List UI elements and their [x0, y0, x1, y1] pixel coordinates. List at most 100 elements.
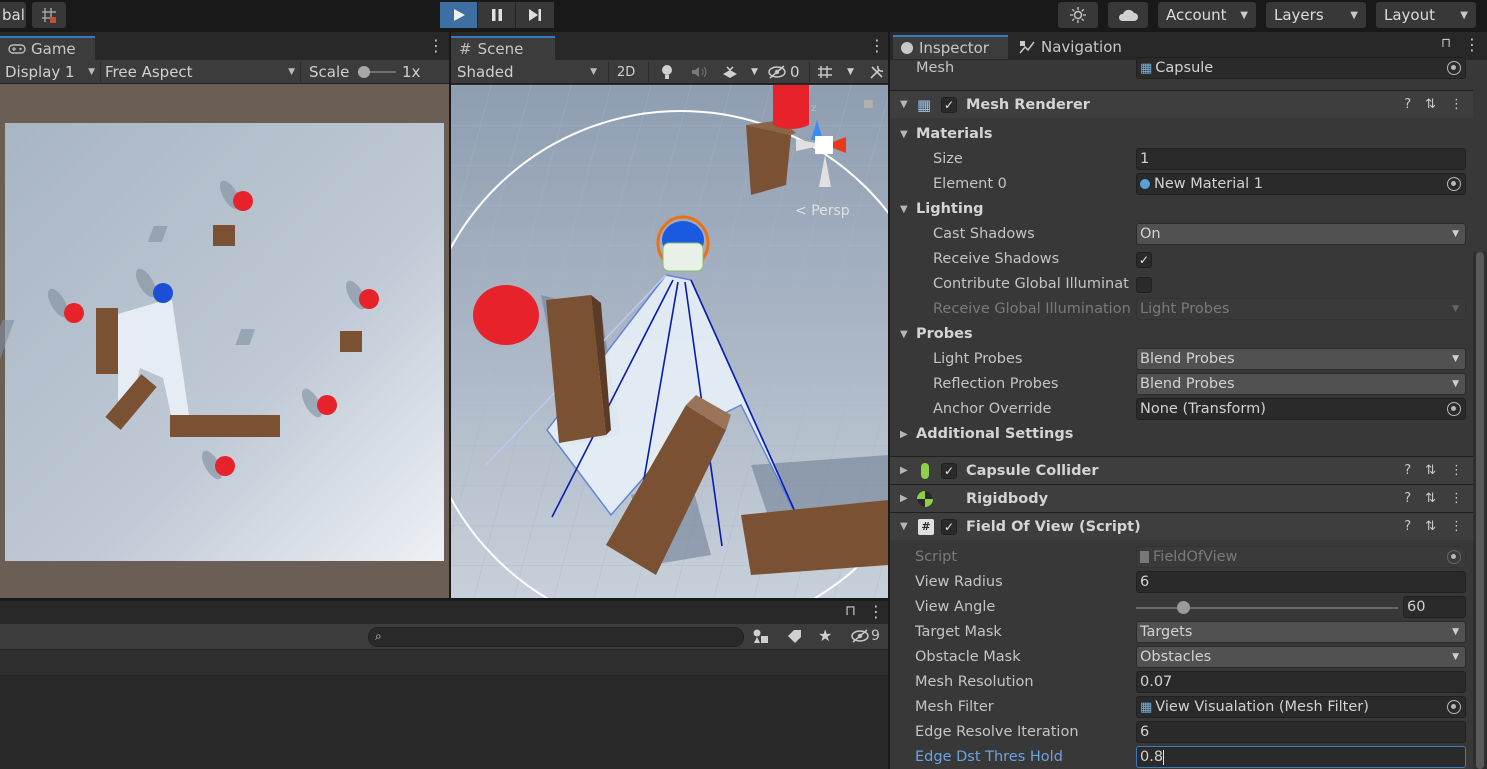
- anchor-override-field[interactable]: None (Transform): [1136, 398, 1466, 420]
- tab-inspector[interactable]: Inspector: [893, 35, 1008, 59]
- tab-navigation[interactable]: Navigation: [1011, 35, 1130, 59]
- view-angle-slider-thumb[interactable]: [1177, 601, 1191, 614]
- lighting-toggle[interactable]: [656, 60, 678, 84]
- view-radius-field[interactable]: 6: [1136, 571, 1466, 593]
- step-button[interactable]: [516, 2, 554, 28]
- size-field[interactable]: 1: [1136, 148, 1466, 170]
- object-picker-icon[interactable]: [1447, 177, 1461, 191]
- lock-icon[interactable]: ⊓: [845, 603, 856, 619]
- mesh-label: Mesh: [916, 60, 955, 76]
- aspect-dropdown[interactable]: Free Aspect ▼: [101, 60, 299, 84]
- star-icon[interactable]: ★: [818, 626, 832, 645]
- mesh-renderer-header[interactable]: ▼ ▦ ✓ Mesh Renderer ? ⇅ ⋮: [890, 90, 1473, 118]
- 2d-toggle[interactable]: 2D: [613, 60, 639, 84]
- shading-dropdown[interactable]: Shaded ▼: [453, 60, 601, 84]
- view-angle-label: View Angle: [915, 599, 996, 615]
- display-dropdown[interactable]: Display 1 ▼: [1, 60, 99, 84]
- preset-icon[interactable]: ⇅: [1425, 491, 1436, 506]
- mesh-renderer-enabled-checkbox[interactable]: ✓: [941, 96, 957, 113]
- services-button[interactable]: [1058, 2, 1098, 28]
- edge-dst-field[interactable]: 0.8: [1136, 746, 1466, 768]
- preset-icon[interactable]: ⇅: [1425, 519, 1436, 534]
- chevron-down-icon[interactable]: ▼: [843, 60, 858, 84]
- object-picker-icon[interactable]: [1447, 402, 1461, 416]
- scale-slider-thumb[interactable]: [358, 66, 370, 78]
- cast-shadows-dropdown[interactable]: On ▼: [1136, 223, 1466, 245]
- game-viewport[interactable]: [0, 85, 449, 598]
- audio-toggle[interactable]: [687, 60, 711, 84]
- foldout-arrow-icon[interactable]: ▼: [900, 204, 908, 215]
- hidden-packages-toggle[interactable]: 9: [850, 628, 880, 644]
- grid-toggle[interactable]: [813, 60, 839, 84]
- lock-icon[interactable]: ⊓: [1441, 36, 1451, 51]
- contribute-gi-checkbox[interactable]: [1136, 277, 1152, 293]
- grid-snap-button[interactable]: [32, 2, 66, 28]
- view-angle-field[interactable]: 60: [1403, 596, 1466, 618]
- foldout-arrow-icon[interactable]: ▼: [900, 99, 908, 110]
- light-probes-dropdown[interactable]: Blend Probes ▼: [1136, 348, 1466, 370]
- kebab-menu-icon[interactable]: ⋮: [1450, 491, 1463, 506]
- foldout-arrow-icon[interactable]: ▼: [900, 129, 908, 140]
- tab-scene[interactable]: # Scene: [451, 36, 555, 60]
- kebab-menu-icon[interactable]: ⋮: [1450, 97, 1463, 112]
- materials-header[interactable]: Materials: [916, 126, 993, 142]
- field-of-view-header[interactable]: ▼ # ✓ Field Of View (Script) ? ⇅ ⋮: [890, 512, 1473, 540]
- kebab-menu-icon[interactable]: ⋮: [428, 36, 444, 55]
- kebab-menu-icon[interactable]: ⋮: [1450, 463, 1463, 478]
- field-of-view-enabled-checkbox[interactable]: ✓: [941, 518, 957, 535]
- lock-icon[interactable]: [864, 100, 873, 108]
- filter-label-button[interactable]: [786, 628, 804, 648]
- chevron-down-icon[interactable]: ▼: [747, 60, 762, 84]
- inspector-scrollbar[interactable]: [1473, 252, 1487, 769]
- additional-settings-header[interactable]: Additional Settings: [916, 426, 1073, 442]
- pause-button[interactable]: [478, 2, 516, 28]
- obstacle-mask-dropdown[interactable]: Obstacles ▼: [1136, 646, 1466, 668]
- mesh-filter-field[interactable]: ▦ View Visualation (Mesh Filter): [1136, 696, 1466, 718]
- help-icon[interactable]: ?: [1404, 97, 1411, 112]
- hidden-objects-toggle[interactable]: 0: [763, 60, 804, 84]
- help-icon[interactable]: ?: [1404, 463, 1411, 478]
- mesh-resolution-field[interactable]: 0.07: [1136, 671, 1466, 693]
- object-picker-icon[interactable]: [1447, 61, 1461, 75]
- account-dropdown[interactable]: Account ▼: [1158, 2, 1256, 28]
- tools-button[interactable]: [865, 60, 889, 84]
- lighting-header[interactable]: Lighting: [916, 201, 984, 217]
- kebab-menu-icon[interactable]: ⋮: [1450, 519, 1463, 534]
- element0-field[interactable]: New Material 1: [1136, 173, 1466, 195]
- effects-dropdown[interactable]: [717, 60, 743, 84]
- layers-dropdown[interactable]: Layers ▼: [1266, 2, 1366, 28]
- play-button[interactable]: [440, 2, 478, 28]
- kebab-menu-icon[interactable]: ⋮: [868, 602, 884, 621]
- global-toggle[interactable]: bal: [0, 2, 26, 28]
- tab-game[interactable]: Game: [0, 36, 95, 60]
- probes-header[interactable]: Probes: [916, 326, 973, 342]
- foldout-arrow-icon[interactable]: ▶: [900, 493, 908, 504]
- scene-viewport[interactable]: z < Persp: [451, 85, 888, 598]
- capsule-collider-enabled-checkbox[interactable]: ✓: [941, 462, 957, 479]
- preset-icon[interactable]: ⇅: [1425, 97, 1436, 112]
- foldout-arrow-icon[interactable]: ▶: [900, 429, 908, 440]
- filter-type-button[interactable]: [752, 628, 770, 648]
- object-picker-icon[interactable]: [1447, 700, 1461, 714]
- receive-shadows-checkbox[interactable]: ✓: [1136, 252, 1152, 268]
- help-icon[interactable]: ?: [1404, 491, 1411, 506]
- edge-resolve-field[interactable]: 6: [1136, 721, 1466, 743]
- receive-gi-value: Light Probes: [1140, 301, 1230, 317]
- mesh-field[interactable]: ▦ Capsule: [1136, 57, 1466, 79]
- target-mask-dropdown[interactable]: Targets ▼: [1136, 621, 1466, 643]
- foldout-arrow-icon[interactable]: ▶: [900, 465, 908, 476]
- view-angle-slider-track[interactable]: [1136, 607, 1398, 609]
- help-icon[interactable]: ?: [1404, 519, 1411, 534]
- cloud-button[interactable]: [1108, 2, 1148, 28]
- capsule-collider-header[interactable]: ▶ ✓ Capsule Collider ? ⇅ ⋮: [890, 456, 1473, 484]
- kebab-menu-icon[interactable]: ⋮: [869, 36, 885, 55]
- foldout-arrow-icon[interactable]: ▼: [900, 521, 908, 532]
- kebab-menu-icon[interactable]: ⋮: [1464, 35, 1480, 54]
- foldout-arrow-icon[interactable]: ▼: [900, 329, 908, 340]
- preset-icon[interactable]: ⇅: [1425, 463, 1436, 478]
- inspector-scrollbar-thumb[interactable]: [1476, 252, 1484, 769]
- reflection-probes-dropdown[interactable]: Blend Probes ▼: [1136, 373, 1466, 395]
- rigidbody-header[interactable]: ▶ Rigidbody ? ⇅ ⋮: [890, 484, 1473, 512]
- layout-dropdown[interactable]: Layout ▼: [1376, 2, 1476, 28]
- search-input[interactable]: ⌕: [368, 627, 744, 647]
